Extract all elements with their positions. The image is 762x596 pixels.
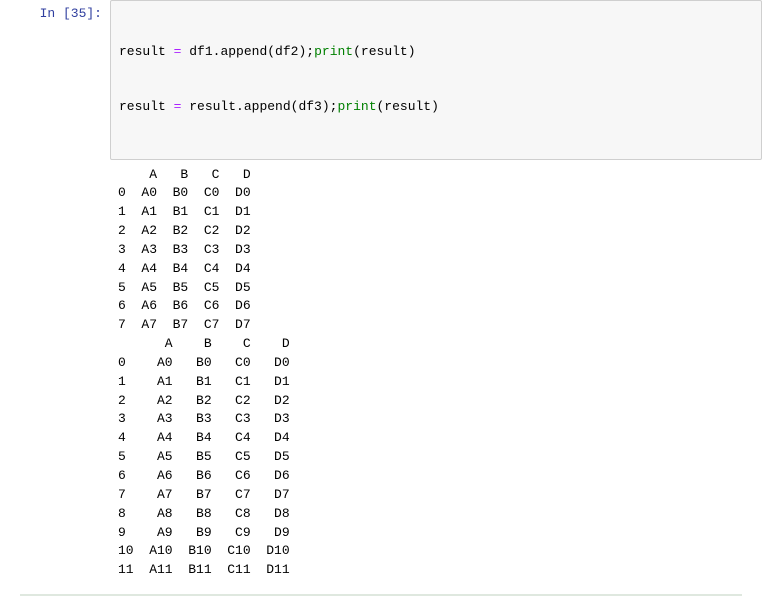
table-row: 9 A9 B9 C9 D9	[118, 525, 290, 540]
table2-header: A B C D	[118, 336, 290, 351]
code-token: df1	[181, 44, 212, 59]
code-input[interactable]: result = df1.append(df2);print(result) r…	[110, 0, 762, 160]
table-row: 4 A4 B4 C4 D4	[118, 261, 251, 276]
table-row: 4 A4 B4 C4 D4	[118, 430, 290, 445]
table-row: 8 A8 B8 C8 D8	[118, 506, 290, 521]
table-row: 3 A3 B3 C3 D3	[118, 411, 290, 426]
table1-header: A B C D	[118, 167, 251, 182]
code-token: .	[236, 99, 244, 114]
code-token: (result)	[377, 99, 439, 114]
table-row: 2 A2 B2 C2 D2	[118, 223, 251, 238]
code-token: ;	[306, 44, 314, 59]
table-row: 10 A10 B10 C10 D10	[118, 543, 290, 558]
table-row: 6 A6 B6 C6 D6	[118, 298, 251, 313]
code-token: result	[119, 44, 174, 59]
output-cell: A B C D 0 A0 B0 C0 D0 1 A1 B1 C1 D1 2 A2…	[0, 160, 762, 589]
code-line-2: result = result.append(df3);print(result…	[119, 98, 753, 116]
table-row: 2 A2 B2 C2 D2	[118, 393, 290, 408]
table-row: 1 A1 B1 C1 D1	[118, 204, 251, 219]
table-row: 0 A0 B0 C0 D0	[118, 355, 290, 370]
input-prompt: In [35]:	[0, 0, 110, 160]
code-token: result	[119, 99, 174, 114]
input-cell: In [35]: result = df1.append(df2);print(…	[0, 0, 762, 160]
code-token: append(df3)	[244, 99, 330, 114]
table-row: 0 A0 B0 C0 D0	[118, 185, 251, 200]
table-row: 3 A3 B3 C3 D3	[118, 242, 251, 257]
code-line-1: result = df1.append(df2);print(result)	[119, 43, 753, 61]
code-token: append(df2)	[220, 44, 306, 59]
table-row: 7 A7 B7 C7 D7	[118, 317, 251, 332]
table-row: 6 A6 B6 C6 D6	[118, 468, 290, 483]
table-row: 5 A5 B5 C5 D5	[118, 449, 290, 464]
output-prompt-spacer	[0, 160, 110, 589]
table-row: 5 A5 B5 C5 D5	[118, 280, 251, 295]
code-token: (result)	[353, 44, 415, 59]
table-row: 7 A7 B7 C7 D7	[118, 487, 290, 502]
code-token: result	[181, 99, 236, 114]
table-row: 1 A1 B1 C1 D1	[118, 374, 290, 389]
code-token: print	[337, 99, 376, 114]
output-area: A B C D 0 A0 B0 C0 D0 1 A1 B1 C1 D1 2 A2…	[110, 160, 762, 589]
table-row: 11 A11 B11 C11 D11	[118, 562, 290, 577]
code-token: print	[314, 44, 353, 59]
